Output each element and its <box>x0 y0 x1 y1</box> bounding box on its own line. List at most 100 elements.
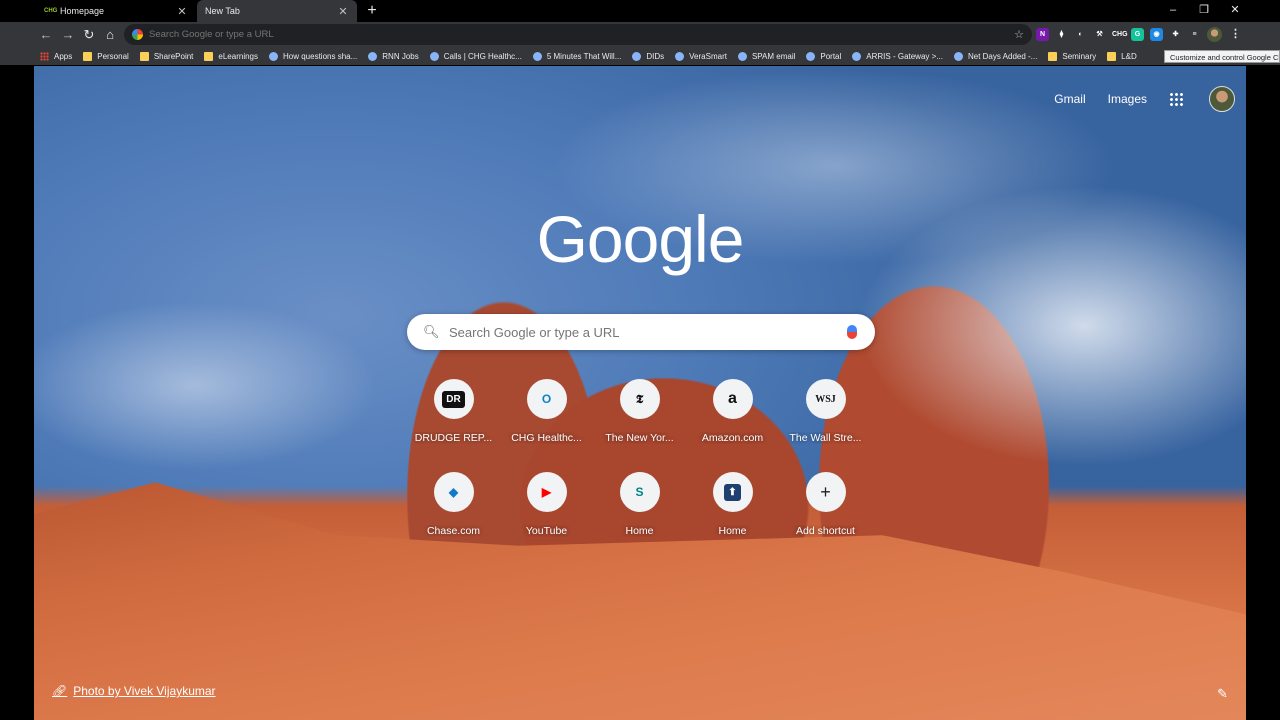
bookmark-label: Net Days Added -... <box>967 51 1038 61</box>
photo-credit-link[interactable]: 🔗︎ Photo by Vivek Vijaykumar <box>52 684 216 698</box>
bookmark-item[interactable]: 5 Minutes That Will... <box>532 51 621 61</box>
tab-new-tab[interactable]: New Tab ✕ <box>197 0 357 22</box>
puzzle-icon[interactable]: ✚ <box>1169 28 1182 41</box>
folder-icon <box>83 51 93 61</box>
shortcut-tile[interactable]: S Home <box>593 468 686 550</box>
search-icon: 🔍︎ <box>423 324 440 339</box>
home-icon[interactable]: ⌂ <box>101 26 119 44</box>
top-links: Gmail Images <box>1054 86 1246 112</box>
bookmark-label: Portal <box>820 51 842 61</box>
shortcut-icon-circle: WSJ <box>805 379 846 419</box>
shortcut-icon-circle: ◆ <box>433 472 474 512</box>
chg-icon[interactable]: CHG <box>1112 28 1128 41</box>
shortcut-tile[interactable]: + Add shortcut <box>779 468 872 550</box>
bookmark-item[interactable]: DIDs <box>632 51 664 61</box>
extension-badge-icon[interactable]: ◉ <box>1150 28 1163 41</box>
bookmark-label: eLearnings <box>218 51 258 61</box>
shortcut-icon-circle: S <box>619 472 660 512</box>
tab-title: Homepage <box>60 6 105 16</box>
bookmark-item[interactable]: Apps <box>40 51 72 61</box>
page-favicon-icon <box>852 51 862 61</box>
shortcut-icon: WSJ <box>815 393 836 405</box>
page-favicon-icon <box>368 51 378 61</box>
close-tab-icon[interactable]: ✕ <box>176 5 188 18</box>
bookmark-item[interactable]: ARRIS - Gateway >... <box>852 51 943 61</box>
shortcut-label: YouTube <box>525 525 568 537</box>
shortcut-icon-circle: a <box>712 379 753 419</box>
bookmark-item[interactable]: Personal <box>83 51 129 61</box>
back-arrow-icon[interactable]: ← <box>37 26 55 44</box>
grammarly-icon[interactable]: G <box>1131 28 1144 41</box>
tool-icon[interactable]: ⚒ <box>1093 28 1106 41</box>
search-input[interactable] <box>449 324 847 340</box>
bookmark-item[interactable]: How questions sha... <box>269 51 357 61</box>
shortcut-tile[interactable]: ▶ YouTube <box>500 468 593 550</box>
account-avatar[interactable] <box>1209 86 1235 112</box>
shortcut-tile[interactable]: ◆ Chase.com <box>407 468 500 550</box>
page-favicon-icon <box>429 51 439 61</box>
omnibox-input[interactable] <box>149 29 969 40</box>
bookmark-label: Personal <box>97 51 129 61</box>
shortcut-label: Add shortcut <box>796 525 855 537</box>
shortcut-label: The New Yor... <box>605 432 674 444</box>
shortcut-icon: DR <box>442 390 465 408</box>
restore-icon[interactable]: ❐ <box>1189 0 1219 22</box>
shortcut-tile[interactable]: WSJ The Wall Stre... <box>779 375 872 457</box>
bookmark-item[interactable]: eLearnings <box>204 51 258 61</box>
forward-arrow-icon[interactable]: → <box>59 26 77 44</box>
shortcut-icon-circle: O <box>526 379 567 419</box>
google-logo: Google <box>536 202 745 276</box>
shortcut-label: Home <box>625 525 654 537</box>
bookmark-label: RNN Jobs <box>382 51 419 61</box>
reading-list-icon[interactable]: ≡ <box>1188 28 1201 41</box>
bookmark-item[interactable]: Portal <box>806 51 842 61</box>
bookmark-item[interactable]: VeraSmart <box>675 51 727 61</box>
profile-avatar-icon[interactable] <box>1207 27 1222 42</box>
shortcut-label: CHG Healthc... <box>511 432 582 444</box>
bookmark-label: SharePoint <box>153 51 194 61</box>
shortcut-tile[interactable]: DR DRUDGE REP... <box>407 375 500 457</box>
shortcut-icon: 𝕿 <box>635 391 644 406</box>
reload-icon[interactable]: ↻ <box>80 26 98 44</box>
page-favicon-icon <box>806 51 816 61</box>
folder-icon <box>1048 51 1058 61</box>
bookmark-item[interactable]: SharePoint <box>139 51 194 61</box>
shortcut-tile[interactable]: ⬆ Home <box>686 468 779 550</box>
bookmark-item[interactable]: RNN Jobs <box>368 51 419 61</box>
bookmark-item[interactable]: Net Days Added -... <box>953 51 1038 61</box>
bookmarks-bar: Apps Personal SharePoint eLearnings How ques… <box>0 47 1280 65</box>
search-box[interactable]: 🔍︎ <box>407 314 875 350</box>
bookmark-item[interactable]: L&D <box>1107 51 1137 61</box>
bookmark-item[interactable]: Calls | CHG Healthc... <box>429 51 522 61</box>
shortcut-icon-circle: 𝕿 <box>619 379 660 419</box>
gmail-link[interactable]: Gmail <box>1054 92 1085 106</box>
shortcut-icon: a <box>728 390 737 407</box>
apps-grid-icon <box>40 51 49 61</box>
customize-pencil-icon[interactable]: ✎ <box>1217 686 1228 702</box>
shortcut-label: Home <box>718 525 747 537</box>
bookmark-item[interactable]: SPAM email <box>737 51 795 61</box>
browser-toolbar: ← → ↻ ⌂ ☆ N ⧫ ◐ ⚒ CHGG ◉ ✚ ≡ ⋮ <box>0 22 1280 47</box>
page-favicon-icon <box>269 51 278 61</box>
bookmark-item[interactable]: Seminary <box>1048 51 1096 61</box>
google-apps-icon[interactable] <box>1169 92 1183 106</box>
dropbox-icon[interactable]: ⧫ <box>1055 28 1068 41</box>
minimize-icon[interactable]: – <box>1158 0 1188 22</box>
tab-homepage[interactable]: CHG Homepage ✕ <box>36 0 196 22</box>
close-window-icon[interactable]: ✕ <box>1220 0 1250 22</box>
images-link[interactable]: Images <box>1108 92 1147 106</box>
onenote-icon[interactable]: N <box>1036 28 1049 41</box>
address-bar[interactable]: ☆ <box>124 24 1032 45</box>
microphone-icon[interactable] <box>847 325 857 339</box>
kebab-menu-icon[interactable]: ⋮ <box>1229 28 1242 41</box>
shortcut-tile[interactable]: O CHG Healthc... <box>500 375 593 457</box>
shortcut-tile[interactable]: a Amazon.com <box>686 375 779 457</box>
shortcut-tiles: DR DRUDGE REP... O CHG Healthc... 𝕿 The New Y… <box>407 375 873 550</box>
bookmark-star-icon[interactable]: ☆ <box>1014 28 1024 41</box>
darkmode-icon[interactable]: ◐ <box>1074 28 1087 41</box>
new-tab-button[interactable]: + <box>363 2 381 20</box>
shortcut-tile[interactable]: 𝕿 The New Yor... <box>593 375 686 457</box>
close-tab-icon[interactable]: ✕ <box>337 5 349 18</box>
shortcut-icon: ◆ <box>448 485 459 499</box>
shortcut-icon-circle: ⬆ <box>712 472 753 512</box>
